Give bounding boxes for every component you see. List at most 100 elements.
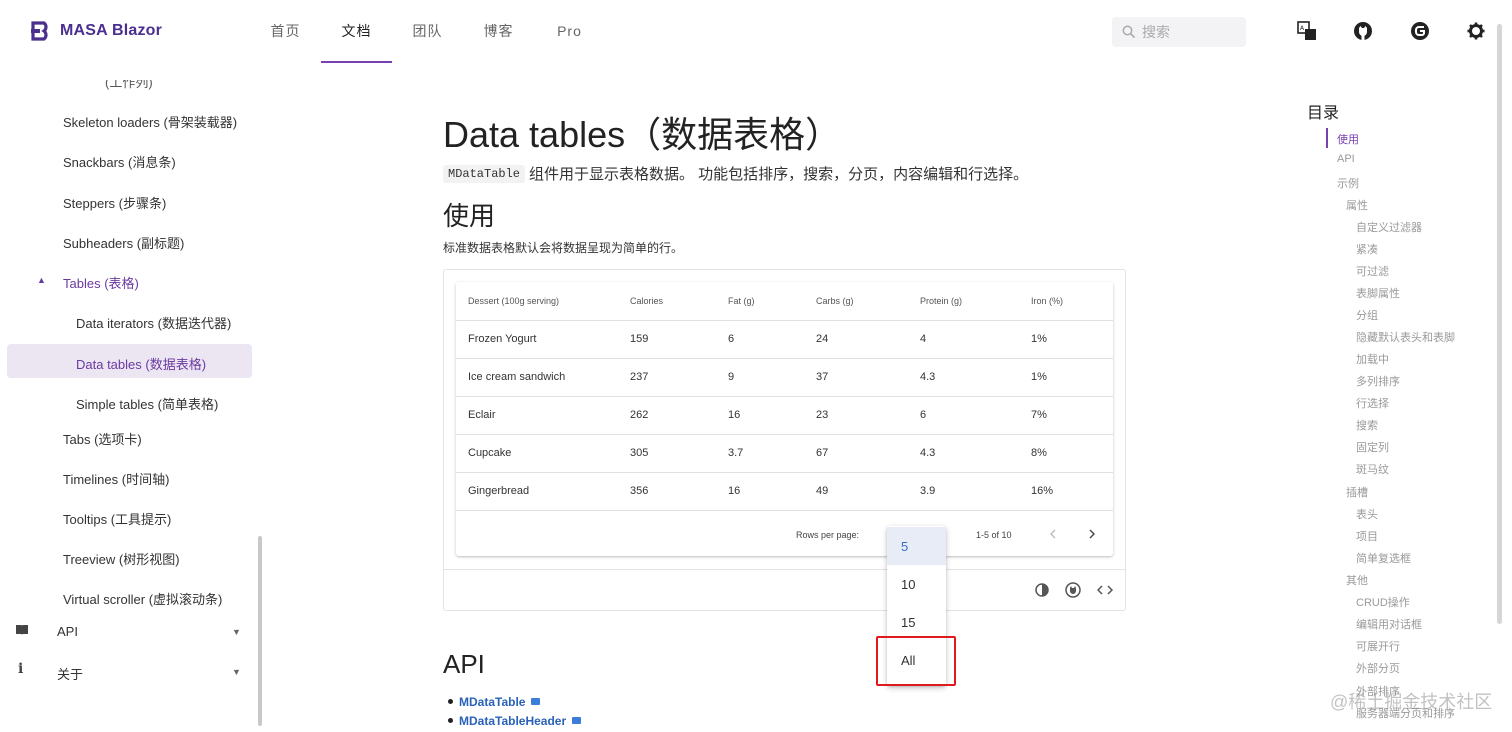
- github-icon[interactable]: [1352, 20, 1374, 42]
- expand-about-caret-icon[interactable]: ▼: [232, 667, 241, 677]
- toc-item[interactable]: CRUD操作: [1356, 594, 1410, 610]
- sidebar-item-snackbars[interactable]: Snackbars (消息条): [63, 152, 176, 171]
- toc-item[interactable]: 斑马纹: [1356, 461, 1389, 477]
- rows-option-all[interactable]: All: [887, 641, 946, 679]
- nav-home[interactable]: 首页: [250, 0, 321, 62]
- table-cell: 3.7: [716, 434, 804, 473]
- toc-item[interactable]: 属性: [1346, 197, 1368, 213]
- table-cell: 23: [804, 396, 908, 435]
- view-on-github-icon[interactable]: [1064, 581, 1082, 599]
- pagination-range: 1-5 of 10: [976, 530, 1012, 540]
- expand-api-caret-icon[interactable]: ▼: [232, 627, 241, 637]
- toc-item[interactable]: 编辑用对话框: [1356, 616, 1422, 632]
- toc-item[interactable]: 搜索: [1356, 417, 1378, 433]
- brand-logo[interactable]: MASA Blazor: [30, 20, 162, 42]
- sidebar-item-skeleton-loaders[interactable]: Skeleton loaders (骨架装载器): [63, 112, 237, 131]
- chevron-right-icon: [1089, 529, 1095, 539]
- column-header-dessert[interactable]: Dessert (100g serving): [456, 282, 618, 321]
- data-table-grid: Dessert (100g serving) Calories Fat (g) …: [456, 282, 1113, 511]
- sidebar-item-treeview[interactable]: Treeview (树形视图): [63, 549, 180, 568]
- sidebar-item-steppers[interactable]: Steppers (步骤条): [63, 193, 166, 212]
- api-link-mdatatable[interactable]: MDataTable: [459, 695, 525, 709]
- sidebar-item-data-iterators[interactable]: Data iterators (数据迭代器): [76, 313, 231, 332]
- table-cell: 4.3: [908, 434, 1019, 473]
- toc-item[interactable]: 表脚属性: [1356, 285, 1400, 301]
- component-code: MDataTable: [443, 164, 526, 183]
- nav-docs[interactable]: 文档: [321, 0, 392, 63]
- column-header-carbs[interactable]: Carbs (g): [804, 282, 908, 321]
- search-box[interactable]: [1112, 17, 1246, 47]
- table-cell: 6: [908, 396, 1019, 435]
- table-row[interactable]: Frozen Yogurt 159 6 24 4 1%: [456, 320, 1113, 359]
- toc-item[interactable]: 其他: [1346, 572, 1368, 588]
- toc-item[interactable]: 自定义过滤器: [1356, 219, 1422, 235]
- toc-item[interactable]: 使用: [1337, 131, 1359, 147]
- toc-item[interactable]: API: [1337, 153, 1355, 165]
- next-page-button[interactable]: [1082, 524, 1102, 544]
- table-cell: 3.9: [908, 472, 1019, 511]
- toc-item[interactable]: 表头: [1356, 506, 1378, 522]
- toc-item[interactable]: 外部分页: [1356, 660, 1400, 676]
- table-row[interactable]: Eclair 262 16 23 6 7%: [456, 396, 1113, 435]
- nav-pro[interactable]: Pro: [534, 0, 605, 62]
- nav-blog[interactable]: 博客: [463, 0, 534, 62]
- nav-team[interactable]: 团队: [392, 0, 463, 62]
- sidebar-item-simple-tables[interactable]: Simple tables (简单表格): [76, 394, 218, 413]
- search-input[interactable]: [1142, 24, 1242, 40]
- toc-item[interactable]: 固定列: [1356, 439, 1389, 455]
- bullet: [448, 718, 453, 723]
- column-header-fat[interactable]: Fat (g): [716, 282, 804, 321]
- view-source-code-icon[interactable]: [1096, 581, 1114, 599]
- watermark: @稀土掘金技术社区: [1330, 692, 1493, 712]
- column-header-iron[interactable]: Iron (%): [1019, 282, 1113, 321]
- table-row[interactable]: Gingerbread 356 16 49 3.9 16%: [456, 472, 1113, 511]
- toc-active-indicator: [1326, 128, 1328, 148]
- toc-item[interactable]: 多列排序: [1356, 373, 1400, 389]
- collapse-caret-icon[interactable]: ▲: [37, 275, 46, 285]
- sidebar-group-about[interactable]: 关于: [57, 664, 83, 683]
- translate-icon[interactable]: A: [1296, 20, 1318, 42]
- demo-divider: [443, 569, 1126, 570]
- api-link-mdatatableheader[interactable]: MDataTableHeader: [459, 714, 566, 728]
- table-cell: Frozen Yogurt: [456, 320, 618, 359]
- sidebar-item-tables[interactable]: Tables (表格): [63, 273, 139, 292]
- sidebar-scrollbar[interactable]: [258, 536, 262, 726]
- sidebar-item-timelines[interactable]: Timelines (时间轴): [63, 469, 169, 488]
- page-scrollbar[interactable]: [1497, 24, 1502, 624]
- toc-item[interactable]: 项目: [1356, 528, 1378, 544]
- toc-item[interactable]: 可过滤: [1356, 263, 1389, 279]
- gitee-icon[interactable]: [1409, 20, 1431, 42]
- sidebar-item-subheaders[interactable]: Subheaders (副标题): [63, 233, 184, 252]
- table-row[interactable]: Cupcake 305 3.7 67 4.3 8%: [456, 434, 1113, 473]
- column-header-protein[interactable]: Protein (g): [908, 282, 1019, 321]
- invert-theme-icon[interactable]: [1033, 581, 1051, 599]
- search-icon: [1122, 25, 1136, 39]
- sidebar-item-tabs[interactable]: Tabs (选项卡): [63, 429, 142, 448]
- table-header-row: Dessert (100g serving) Calories Fat (g) …: [456, 282, 1113, 321]
- rows-option-5[interactable]: 5: [887, 527, 946, 565]
- toc-item[interactable]: 可展开行: [1356, 638, 1400, 654]
- rows-option-15[interactable]: 15: [887, 603, 946, 641]
- toc-item[interactable]: 加载中: [1356, 351, 1389, 367]
- table-cell: 9: [716, 358, 804, 397]
- book-icon: [16, 625, 28, 635]
- rows-option-10[interactable]: 10: [887, 565, 946, 603]
- toc-item[interactable]: 紧凑: [1356, 241, 1378, 257]
- settings-gear-icon[interactable]: [1465, 20, 1487, 42]
- toc-item[interactable]: 分组: [1356, 307, 1378, 323]
- table-row[interactable]: Ice cream sandwich 237 9 37 4.3 1%: [456, 358, 1113, 397]
- toc-item[interactable]: 行选择: [1356, 395, 1389, 411]
- sidebar-item-data-tables[interactable]: Data tables (数据表格): [76, 354, 206, 373]
- toc-item[interactable]: 简单复选框: [1356, 550, 1411, 566]
- sidebar-group-api[interactable]: API: [57, 624, 78, 639]
- toc-item[interactable]: 隐藏默认表头和表脚: [1356, 329, 1455, 345]
- sidebar-item-tooltips[interactable]: Tooltips (工具提示): [63, 509, 171, 528]
- table-cell: Gingerbread: [456, 472, 618, 511]
- toc-item[interactable]: 插槽: [1346, 484, 1368, 500]
- sidebar-item-cut[interactable]: (工作列): [105, 80, 153, 91]
- toc-item[interactable]: 示例: [1337, 175, 1359, 191]
- prev-page-button[interactable]: [1043, 524, 1063, 544]
- column-header-calories[interactable]: Calories: [618, 282, 716, 321]
- sidebar-item-virtual-scroller[interactable]: Virtual scroller (虚拟滚动条): [63, 589, 222, 608]
- page-title: Data tables（数据表格）: [443, 114, 842, 155]
